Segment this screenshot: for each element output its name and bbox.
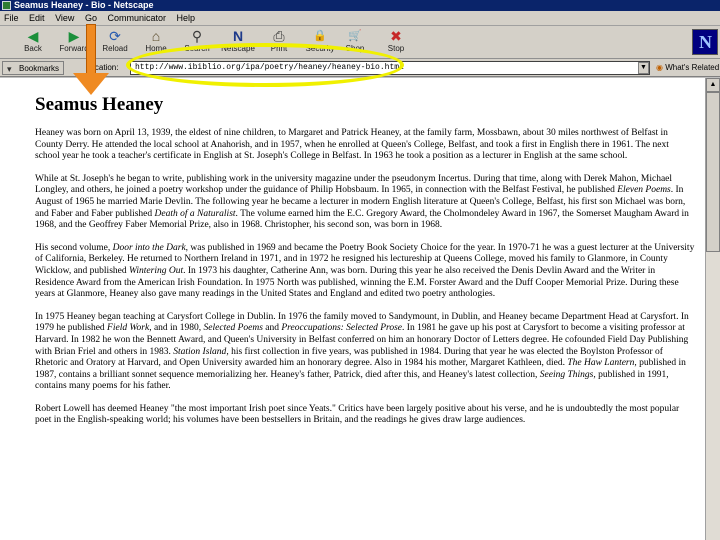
url-history-dropdown[interactable]: ▼ (638, 62, 649, 74)
book-title: The Haw Lantern (567, 358, 635, 369)
title-bar: Seamus Heaney - Bio - Netscape (0, 0, 720, 11)
browser-window: Seamus Heaney - Bio - Netscape File Edit… (0, 0, 720, 540)
back-button[interactable]: ◀ Back (14, 28, 52, 58)
scroll-thumb[interactable] (706, 92, 720, 252)
book-title: Death of a Naturalist (154, 208, 236, 219)
book-title: Field Work (107, 323, 150, 334)
book-title: Preoccupations: Selected Prose (281, 323, 403, 334)
whats-related-button[interactable]: What's Related (656, 61, 719, 75)
scroll-up-arrow-icon[interactable]: ▲ (706, 78, 720, 92)
netscape-icon: N (232, 28, 244, 44)
book-title: Door into the Dark (112, 242, 186, 253)
bio-paragraph-2: While at St. Joseph's he began to write,… (35, 174, 695, 232)
home-icon: ⌂ (151, 28, 161, 44)
forward-label: Forward (59, 44, 89, 53)
stop-icon: ✖ (390, 28, 402, 44)
book-title: Station Island (173, 346, 227, 357)
book-title: Selected Poems (203, 323, 263, 334)
bio-paragraph-4: In 1975 Heaney began teaching at Carysfo… (35, 312, 695, 393)
text-run: While at St. Joseph's he began to write,… (35, 173, 673, 196)
page-content: Seamus Heaney Heaney was born on April 1… (0, 78, 705, 540)
text-run: and (262, 323, 282, 334)
print-icon: ⎙ (273, 28, 285, 44)
bio-paragraph-5: Robert Lowell has deemed Heaney "the mos… (35, 403, 680, 426)
back-label: Back (24, 44, 42, 53)
search-icon: ⚲ (191, 28, 203, 44)
window-title: Seamus Heaney - Bio - Netscape (14, 0, 154, 10)
netscape-logo (692, 29, 718, 55)
bookmarks-button[interactable]: Bookmarks (2, 61, 65, 76)
reload-label: Reload (102, 44, 128, 53)
annotation-arrow-shaft (86, 24, 96, 74)
menu-file[interactable]: File (0, 11, 23, 26)
menu-help[interactable]: Help (173, 11, 200, 26)
stop-label: Stop (387, 44, 405, 53)
book-title: Wintering Out (128, 265, 184, 276)
book-title: Eleven Poems (617, 185, 671, 196)
menu-communicator[interactable]: Communicator (103, 11, 170, 26)
vertical-scrollbar[interactable]: ▲ (705, 78, 720, 540)
reload-button[interactable]: ⟳ Reload (96, 28, 134, 58)
page-heading: Seamus Heaney (35, 94, 164, 115)
url-highlight-ellipse (126, 43, 404, 87)
menu-bar: File Edit View Go Communicator Help (0, 11, 720, 26)
text-run: , and in 1980, (149, 323, 204, 334)
bio-paragraph-1: Heaney was born on April 13, 1939, the e… (35, 128, 669, 162)
app-icon (2, 1, 11, 10)
bio-paragraph-3: His second volume, Door into the Dark, w… (35, 243, 695, 301)
security-icon: 🔒 (313, 30, 327, 42)
forward-icon: ▶ (68, 28, 80, 44)
annotation-arrow-icon (73, 73, 109, 95)
book-title: Seeing Things (539, 369, 594, 380)
menu-edit[interactable]: Edit (25, 11, 49, 26)
menu-view[interactable]: View (51, 11, 78, 26)
text-run: His second volume, (35, 242, 113, 253)
back-icon: ◀ (27, 28, 39, 44)
shop-icon: 🛒 (348, 30, 362, 42)
reload-icon: ⟳ (109, 28, 121, 44)
